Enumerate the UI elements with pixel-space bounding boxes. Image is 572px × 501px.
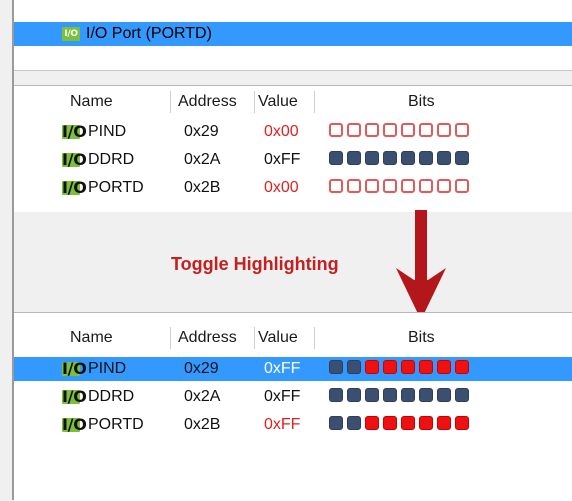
bit-2-blue[interactable]: [419, 388, 433, 402]
register-name: DDRD: [88, 151, 135, 168]
bit-0-blue[interactable]: [455, 151, 469, 165]
bit-3-off[interactable]: [401, 179, 415, 193]
bit-2-red[interactable]: [419, 416, 433, 430]
table-row[interactable]: I/O DDRD 0x2A 0xFF: [14, 385, 572, 409]
bit-4-off[interactable]: [383, 179, 397, 193]
bit-2-off[interactable]: [419, 179, 433, 193]
column-header-name[interactable]: Name: [70, 91, 171, 113]
bit-6-off[interactable]: [347, 123, 361, 137]
register-value: 0xFF: [264, 151, 301, 168]
bit-5-off[interactable]: [365, 179, 379, 193]
tree-item-io-port-portd[interactable]: I/O I/O Port (PORTD): [14, 22, 572, 46]
bit-4-blue[interactable]: [383, 151, 397, 165]
bit-6-blue[interactable]: [347, 360, 361, 374]
bit-field: [329, 179, 469, 197]
bit-1-blue[interactable]: [437, 151, 451, 165]
register-value: 0xFF: [264, 360, 301, 377]
register-name: PORTD: [88, 179, 144, 196]
bit-field: [329, 388, 469, 406]
bit-5-off[interactable]: [365, 123, 379, 137]
bit-field: [329, 123, 469, 141]
table-row[interactable]: I/O PORTD 0x2B 0xFF: [14, 413, 572, 437]
bit-6-off[interactable]: [347, 179, 361, 193]
bit-0-off[interactable]: [455, 123, 469, 137]
bit-6-blue[interactable]: [347, 416, 361, 430]
bit-7-blue[interactable]: [329, 151, 343, 165]
annotation-label: Toggle Highlighting: [171, 254, 339, 274]
io-icon: I/O: [62, 122, 87, 141]
table-row-selected[interactable]: I/O PIND 0x29 0xFF: [14, 357, 572, 381]
io-icon: I/O: [62, 27, 80, 41]
bit-0-red[interactable]: [455, 416, 469, 430]
bit-7-blue[interactable]: [329, 388, 343, 402]
register-address: 0x2B: [184, 179, 221, 196]
register-address: 0x2A: [184, 388, 221, 405]
bit-field: [329, 416, 469, 434]
register-address: 0x2A: [184, 151, 221, 168]
register-value: 0xFF: [264, 388, 301, 405]
bit-3-off[interactable]: [401, 123, 415, 137]
register-name: DDRD: [88, 388, 135, 405]
bit-field: [329, 151, 469, 169]
bit-4-blue[interactable]: [383, 388, 397, 402]
io-icon: I/O: [62, 178, 87, 197]
bit-3-red[interactable]: [401, 360, 415, 374]
column-header-address[interactable]: Address: [178, 91, 255, 113]
io-icon: I/O: [62, 387, 87, 406]
bit-7-off[interactable]: [329, 123, 343, 137]
column-header-value[interactable]: Value: [258, 91, 315, 113]
register-address: 0x29: [184, 123, 219, 140]
down-arrow-icon: [396, 210, 446, 320]
bit-0-blue[interactable]: [455, 388, 469, 402]
bit-2-red[interactable]: [419, 360, 433, 374]
bit-6-blue[interactable]: [347, 151, 361, 165]
register-name: PIND: [88, 360, 127, 377]
bit-3-blue[interactable]: [401, 388, 415, 402]
register-value: 0x00: [264, 179, 299, 196]
bit-5-red[interactable]: [365, 416, 379, 430]
bit-1-red[interactable]: [437, 360, 451, 374]
register-value: 0xFF: [264, 416, 301, 433]
register-address: 0x2B: [184, 416, 221, 433]
bit-6-blue[interactable]: [347, 388, 361, 402]
bit-field: [329, 360, 469, 378]
bit-7-blue[interactable]: [329, 416, 343, 430]
register-address: 0x29: [184, 360, 219, 377]
bit-1-blue[interactable]: [437, 388, 451, 402]
bit-1-red[interactable]: [437, 416, 451, 430]
bit-0-red[interactable]: [455, 360, 469, 374]
bit-5-red[interactable]: [365, 360, 379, 374]
table-row[interactable]: I/O PIND 0x29 0x00: [14, 120, 572, 144]
bit-4-red[interactable]: [383, 360, 397, 374]
bit-5-blue[interactable]: [365, 151, 379, 165]
bit-2-blue[interactable]: [419, 151, 433, 165]
io-icon: I/O: [62, 359, 87, 378]
bit-4-off[interactable]: [383, 123, 397, 137]
column-header-bits[interactable]: Bits: [408, 327, 435, 349]
column-header-value[interactable]: Value: [258, 327, 315, 349]
bit-3-blue[interactable]: [401, 151, 415, 165]
bit-7-off[interactable]: [329, 179, 343, 193]
tree-item-label: I/O Port (PORTD): [86, 25, 212, 42]
register-name: PIND: [88, 123, 127, 140]
column-header-name[interactable]: Name: [70, 327, 171, 349]
register-value: 0x00: [264, 123, 299, 140]
bit-3-red[interactable]: [401, 416, 415, 430]
bit-0-off[interactable]: [455, 179, 469, 193]
bit-1-off[interactable]: [437, 123, 451, 137]
panel-gap: [14, 71, 572, 85]
bit-1-off[interactable]: [437, 179, 451, 193]
bit-7-blue[interactable]: [329, 360, 343, 374]
register-name: PORTD: [88, 416, 144, 433]
table-row[interactable]: I/O DDRD 0x2A 0xFF: [14, 148, 572, 172]
column-header-address[interactable]: Address: [178, 327, 255, 349]
io-icon: I/O: [62, 415, 87, 434]
bit-5-blue[interactable]: [365, 388, 379, 402]
io-icon: I/O: [62, 150, 87, 169]
bit-2-off[interactable]: [419, 123, 433, 137]
table-row[interactable]: I/O PORTD 0x2B 0x00: [14, 176, 572, 200]
bit-4-red[interactable]: [383, 416, 397, 430]
column-header-bits[interactable]: Bits: [408, 91, 435, 113]
